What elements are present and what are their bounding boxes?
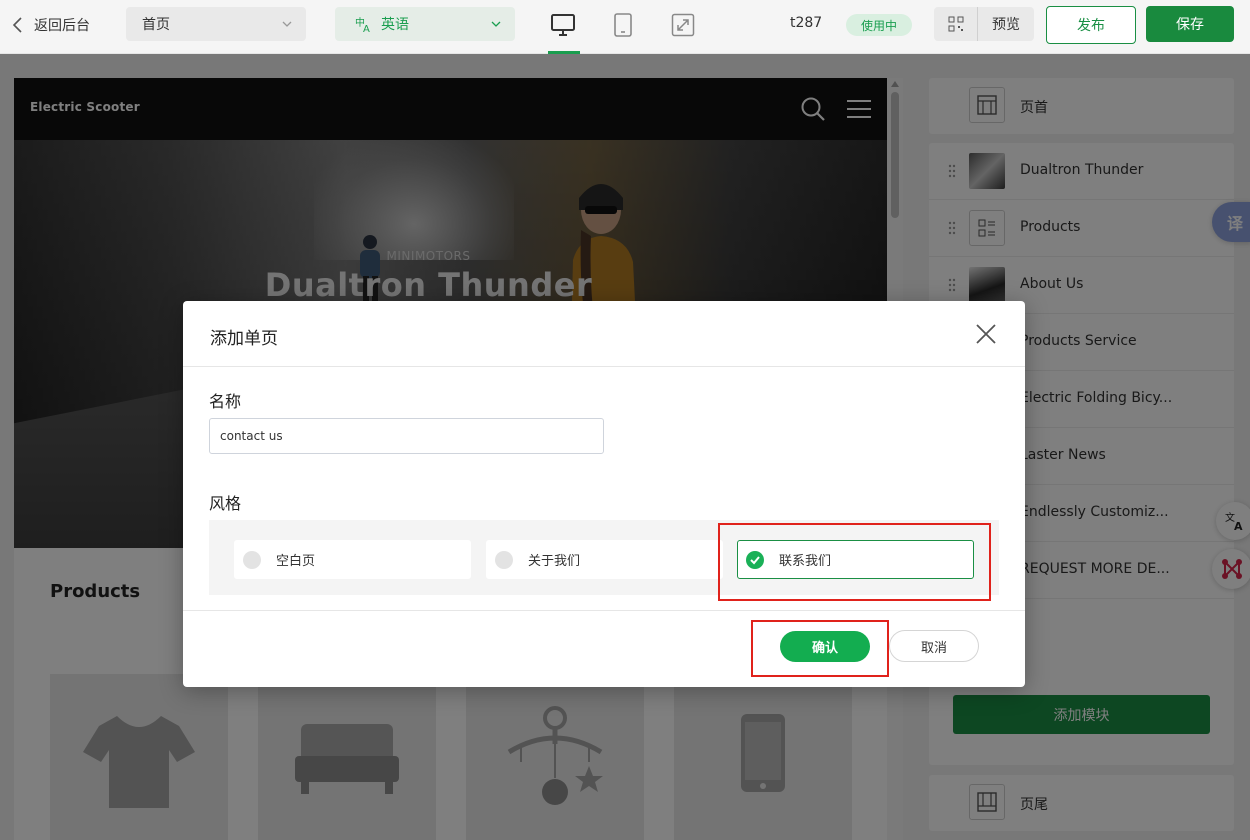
page-select-value: 首页 [142, 17, 170, 33]
back-to-admin-button[interactable]: 返回后台 [10, 14, 90, 36]
back-label: 返回后台 [34, 18, 90, 34]
save-button[interactable]: 保存 [1146, 6, 1234, 42]
style-label: 风格 [209, 494, 242, 513]
highlight-box-confirm [751, 620, 889, 677]
dialog-title: 添加单页 [210, 329, 278, 349]
desktop-view-button[interactable] [548, 10, 578, 40]
fullscreen-button[interactable] [668, 10, 698, 40]
qr-code-button[interactable] [934, 7, 978, 41]
preview-group: 预览 [934, 7, 1034, 41]
svg-text:A: A [363, 24, 370, 33]
style-option-label: 空白页 [276, 554, 316, 569]
radio-icon [243, 550, 261, 569]
language-select-value: 英语 [381, 17, 409, 33]
tablet-view-button[interactable] [608, 10, 638, 40]
status-badge: 使用中 [846, 14, 912, 36]
qr-code-icon [948, 16, 963, 32]
style-option-label: 关于我们 [528, 554, 581, 569]
language-icon: 中A [355, 16, 370, 33]
divider [183, 366, 1025, 367]
preview-button[interactable]: 预览 [978, 14, 1034, 34]
publish-button[interactable]: 发布 [1046, 6, 1136, 44]
site-id: t287 [790, 15, 823, 31]
style-option-about-us[interactable]: 关于我们 [486, 540, 723, 579]
highlight-box-style [718, 523, 991, 601]
style-option-blank[interactable]: 空白页 [234, 540, 471, 579]
add-page-dialog: 添加单页 名称 风格 空白页 关于我们 联系我们 确认 取消 [183, 301, 1025, 687]
name-input[interactable] [209, 418, 604, 454]
radio-icon [495, 550, 513, 569]
divider [183, 610, 1025, 611]
chevron-down-icon [282, 21, 292, 27]
cancel-button[interactable]: 取消 [889, 630, 979, 662]
top-toolbar: 返回后台 首页 中A 英语 t287 使用中 预览 发布 保存 [0, 0, 1250, 54]
language-select[interactable]: 中A 英语 [335, 7, 515, 41]
name-label: 名称 [209, 392, 242, 411]
page-select[interactable]: 首页 [126, 7, 306, 41]
close-icon[interactable] [975, 323, 997, 345]
desktop-icon [551, 14, 575, 36]
tablet-icon [614, 13, 632, 37]
chevron-left-icon [12, 17, 22, 33]
chevron-down-icon [491, 21, 501, 27]
expand-icon [671, 13, 695, 37]
